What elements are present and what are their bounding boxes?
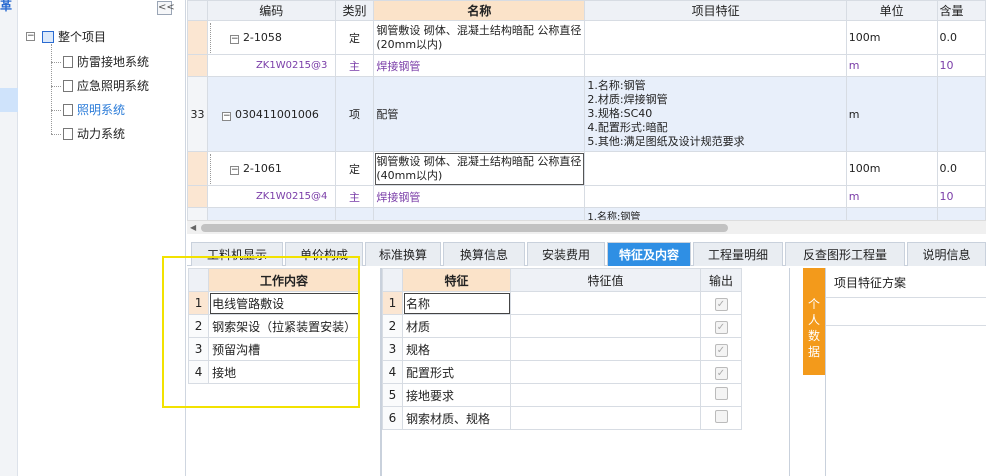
feature-header[interactable]: 特征 [402,268,511,292]
table-row[interactable]: 1.名称:钢管 [187,207,986,220]
table-row[interactable]: ZK1W0215@4 主 焊接钢管 m 10 [187,185,986,208]
tab-quantity-detail[interactable]: 工程量明细 [693,242,783,266]
personal-data-button[interactable]: 个人数据 [803,268,825,375]
table-row[interactable]: 4 配置形式 ✓ [382,360,742,384]
page-icon [63,80,73,92]
feature-value-header[interactable]: 特征值 [510,268,701,292]
col-header-feature[interactable]: 项目特征 [584,0,847,21]
tab-standard-conversion[interactable]: 标准换算 [365,242,441,266]
tab-description[interactable]: 说明信息 [907,242,986,266]
scrollbar-thumb[interactable] [201,224,728,232]
feature-scheme-row[interactable] [826,298,986,326]
tab-install-fee[interactable]: 安装费用 [527,242,605,266]
output-checkbox[interactable]: ✓ [714,320,728,334]
collapse-icon[interactable]: − [229,165,239,175]
col-header-unit[interactable]: 单位 [845,0,938,21]
table-row[interactable]: 6 钢索材质、规格 [382,406,742,430]
collapse-icon[interactable]: − [221,111,231,121]
table-row[interactable]: −2-1061 定 钢管敷设 砌体、混凝土结构暗配 公称直径(40mm以内) 1… [187,151,986,186]
tree-item-emergency[interactable]: 应急照明系统 [63,75,149,97]
bill-grid: 编码 类别 名称 项目特征 单位 含量 −2-1058 定 钢管敷设 砌体、混凝… [187,0,986,220]
strip-mark: 革 [0,0,13,13]
tree-item-lighting[interactable]: 照明系统 [63,99,125,121]
col-header-qty[interactable]: 含量 [936,0,986,21]
table-row[interactable]: 1 名称 ✓ [382,291,742,315]
output-checkbox[interactable] [714,410,728,423]
output-header[interactable]: 输出 [700,268,742,292]
col-header-type[interactable]: 类别 [334,0,375,21]
col-header-name[interactable]: 名称 [373,0,586,21]
collapse-tree-button[interactable]: << [157,1,175,15]
tree-item-lightning[interactable]: 防雷接地系统 [63,51,149,73]
table-row[interactable]: 3 规格 ✓ [382,337,742,361]
page-icon [63,104,73,116]
output-checkbox[interactable]: ✓ [714,343,728,357]
left-strip: 革 [0,0,18,476]
col-header-rowno [187,0,208,21]
tab-conversion-info[interactable]: 换算信息 [443,242,525,266]
tree-item-power[interactable]: 动力系统 [63,123,125,145]
table-row[interactable]: 2 材质 ✓ [382,314,742,338]
table-row[interactable]: −2-1058 定 钢管敷设 砌体、混凝土结构暗配 公称直径(20mm以内) 1… [187,20,986,55]
highlight-box [162,256,360,408]
output-checkbox[interactable]: ✓ [714,297,728,311]
feature-scheme-panel: 项目特征方案 [825,268,986,476]
page-icon [63,128,73,140]
table-row[interactable]: 5 接地要求 [382,383,742,407]
project-tree: << − 整个项目 防雷接地系统 应急照明系统 照明系统 动力系统 [18,0,186,476]
project-icon [42,31,54,43]
scroll-left-icon[interactable]: ◀ [190,223,196,232]
output-checkbox[interactable]: ✓ [714,366,728,380]
strip-highlight [0,88,18,112]
output-checkbox[interactable] [714,387,728,400]
collapse-icon[interactable]: − [229,34,239,44]
feature-scheme-header: 项目特征方案 [826,268,986,298]
right-spacer [789,268,803,476]
feature-table: 特征 特征值 输出 1 名称 ✓ 2 材质 ✓ 3 规格 ✓ 4 配置形式 ✓ 5 接地要求 6钢… [382,268,742,430]
tab-features-content[interactable]: 特征及内容 [607,242,691,266]
collapse-icon[interactable]: − [26,32,35,41]
horizontal-scrollbar[interactable]: ◀ [187,220,986,234]
col-header-code[interactable]: 编码 [206,0,336,21]
table-row[interactable]: ZK1W0215@3 主 焊接钢管 m 10 [187,54,986,77]
page-icon [63,56,73,68]
tab-reverse-lookup[interactable]: 反查图形工程量 [785,242,905,266]
table-row[interactable]: 33 −030411001006 项 配管 1.名称:钢管 2.材质:焊接钢管 … [187,76,986,152]
